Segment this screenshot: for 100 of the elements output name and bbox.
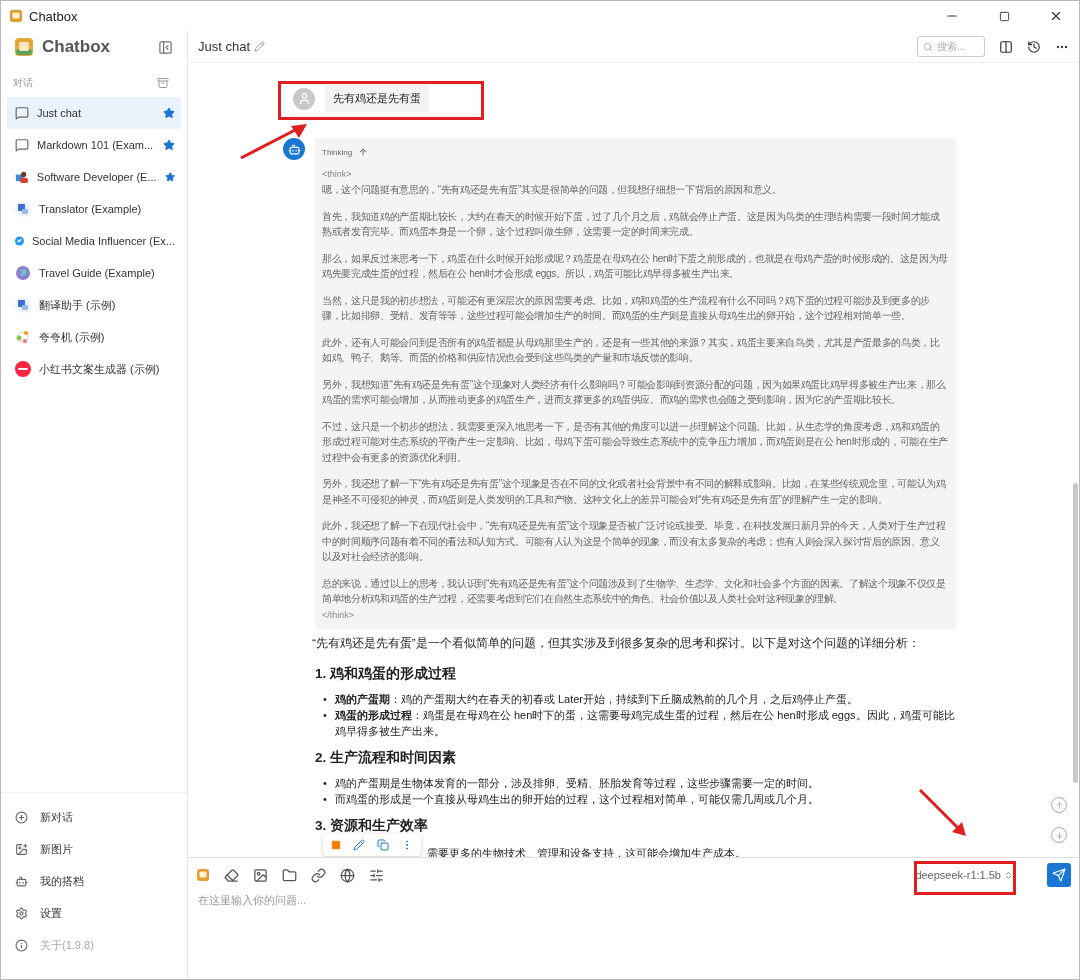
answer-heading: 1. 鸡和鸡蛋的形成过程	[315, 664, 457, 683]
conversation-item[interactable]: Travel Guide (Example)	[7, 257, 181, 289]
thinking-paragraph: 另外，我还想了解一下“先有鸡还是先有蛋”这个现象是否在不同的文化或者社会背景中有不同的解释或影响。比如，在某些传统观念里，可能认为鸡是神圣不可侵犯的神灵，而鸡蛋则是人类发明的工具和产物。这种文化上的差异可能会对“先有鸡还是先有蛋”的理解产生一定的影响。	[322, 477, 947, 507]
scroll-down-button[interactable]	[1051, 827, 1067, 843]
thinking-paragraph: 此外，我还想了解一下在现代社会中，“先有鸡还是先有蛋”这个现象是否被广泛讨论或接受。毕竟，在科技发展日新月异的今天，人类对于生产过程中的时间顺序问题有着不同的看法和认知方式。可能有人认为这是个简单的现象，而没有太多复杂的考虑；也有人则会深入探讨背后的原因、意义以及对社会经济的影响。	[322, 519, 947, 564]
badge-avatar-icon	[15, 361, 31, 377]
chat-title: Just chat	[198, 39, 251, 54]
annotation-arrow	[918, 788, 968, 838]
history-icon[interactable]	[1027, 39, 1041, 54]
scroll-up-button[interactable]	[1051, 797, 1067, 813]
conversation-item[interactable]: Social Media Influencer (Ex...	[7, 225, 181, 257]
arrow-up-icon	[1054, 800, 1064, 810]
edit-icon	[353, 839, 365, 851]
close-icon	[1049, 9, 1063, 23]
sliders-icon	[369, 867, 384, 883]
think-tag: </think>	[322, 606, 949, 623]
chat-icon	[15, 106, 29, 120]
sparkle-avatar-icon	[15, 329, 31, 345]
sidebar-action[interactable]: 新图片	[1, 833, 187, 865]
thinking-paragraph: 嗯，这个问题挺有意思的，“先有鸡还是先有蛋”其实是很简单的问题，但我想仔细想一下背后的原因和意义。	[322, 183, 783, 197]
app-logo-icon	[14, 37, 34, 57]
answer-bullet: 鸡的产蛋期是生物体发育的一部分，涉及排卵、受精、胚胎发育等过程，这些步骤需要一定的时间。	[334, 775, 819, 791]
conversation-item[interactable]: Just chat	[7, 97, 181, 129]
answer-bullet: 鸡的产蛋期：鸡的产蛋期大约在春天的初春或 Later开始，持续到下丘脑成熟前的几个月，之后鸡停止产蛋。	[334, 691, 858, 707]
star-icon[interactable]	[163, 139, 175, 151]
collapse-arrow-icon[interactable]	[358, 147, 369, 157]
folder-icon	[282, 867, 297, 883]
image-icon	[253, 867, 268, 883]
scrollbar[interactable]	[1073, 483, 1078, 783]
thinking-paragraph: 当然，这只是我的初步想法，可能还有更深层次的原因需要考虑。比如，鸡和鸡蛋的生产流程有什么不同吗？鸡下蛋的过程可能涉及到更多的步骤，比如排卵、受精、发育等等，这些过程可能会增加生产的时间。而鸡蛋的生产则是直接从母鸡生出的卵开始，这个过程相对简单一些。	[322, 293, 931, 323]
bullet-marker: •	[323, 691, 327, 707]
chevrons-icon	[1004, 870, 1013, 880]
maximize-icon	[998, 10, 1010, 22]
chat-icon	[15, 138, 29, 152]
model-selector[interactable]: deepseek-r1:1.5b	[903, 864, 1025, 886]
plus-icon	[15, 810, 28, 824]
app-name: Chatbox	[42, 37, 111, 57]
stop-button[interactable]	[331, 840, 341, 850]
arrow-down-icon	[1054, 830, 1064, 840]
conversation-item[interactable]: Markdown 101 (Exam...	[7, 129, 181, 161]
answer-bullet: 而鸡蛋的形成是一个直接从母鸡生出的卵开始的过程，这个过程相对简单，可能仅需几周或几个月。	[334, 791, 819, 807]
globe-button[interactable]	[340, 867, 355, 883]
app-logo-icon[interactable]	[196, 868, 210, 882]
conversation-item[interactable]: Translator (Example)	[7, 193, 181, 225]
collapse-sidebar-icon[interactable]	[158, 39, 173, 55]
window-title: Chatbox	[29, 8, 78, 24]
folder-button[interactable]	[282, 867, 297, 883]
layout-icon[interactable]	[999, 39, 1013, 54]
app-logo-icon	[9, 9, 23, 23]
developer-avatar-icon	[15, 169, 29, 185]
think-tag: <think>	[322, 166, 949, 182]
thinking-paragraph: 另外，我想知道“先有鸡还是先有蛋”这个现象对人类经济有什么影响吗？可能会影响到资源分配的问题，因为如果鸡蛋比鸡早得多被生产出来，那么鸡蛋的需求可能会增加，从而推动更多的鸡蛋生产，进而支撑更多的鸡蛋供应。而鸡的需求也会随之受到影响，因为它的产蛋期比较长。	[322, 377, 947, 407]
image-button[interactable]	[253, 867, 268, 883]
sidebar-action[interactable]: 我的搭档	[1, 865, 187, 897]
send-button[interactable]	[1047, 863, 1071, 887]
thinking-paragraph: 首先，我知道鸡的产蛋期比较长，大约在春天的时候开始下蛋，过了几个月之后，鸡就会停止产蛋。这是因为鸟类的生理结构需要一段时间才能成熟或者发育完毕。而鸡蛋本身是一个卵，这个过程叫做生卵，这需要一定的时间来完成。	[322, 209, 941, 239]
sidebar-action[interactable]: 设置	[1, 897, 187, 929]
star-icon[interactable]	[164, 171, 175, 183]
answer-heading: 3. 资源和生产效率	[315, 816, 429, 835]
bot-icon	[15, 874, 28, 888]
eraser-icon	[224, 867, 239, 883]
search-icon	[923, 41, 933, 52]
conversation-item[interactable]: 夸夸机 (示例)	[7, 321, 181, 353]
eraser-button[interactable]	[224, 867, 239, 883]
send-icon	[1052, 868, 1066, 882]
conversation-item[interactable]: Software Developer (E...	[7, 161, 181, 193]
answer-bullet: 鸡蛋的形成过程：鸡蛋是在母鸡在公 hen时下的蛋，这需要母鸡完成生蛋的过程，然后在公 hen时形成 eggs。因此，鸡蛋可能比鸡早得多被生产出来。	[334, 707, 956, 739]
answer-heading: 2. 生产流程和时间因素	[315, 748, 457, 767]
thinking-paragraph: 此外，还有人可能会问到是否所有的鸡蛋都是从母鸡那里生产的，还是有一些其他的来源？其实，鸡蛋主要来自鸟类，尤其是产蛋最多的鸟类，比如鸡、鸭子、鹅等。而蛋的价格和供应情况也会受到这些鸟类的产量和市场反馈的影响。	[322, 335, 941, 365]
annotation-arrow	[239, 122, 309, 160]
answer-paragraph: “先有鸡还是先有蛋”是一个看似简单的问题，但其实涉及到很多复杂的思考和探讨。以下是对这个问题的详细分析：	[312, 635, 921, 651]
link-button[interactable]	[311, 867, 326, 883]
globe-icon	[340, 867, 355, 883]
image-icon	[15, 842, 28, 856]
thinking-label: Thinking	[322, 147, 353, 157]
section-label: 对话	[13, 76, 33, 90]
translate-avatar-icon	[15, 201, 31, 217]
edit-button[interactable]	[353, 839, 365, 851]
thinking-paragraph: 总的来说，通过以上的思考，我认识到“先有鸡还是先有蛋”这个问题涉及到了生物学、生态学、文化和社会多个方面的因素。了解这个现象不仅仅是简单地分析鸡和鸡蛋的生产过程，还需要考虑到它们在自然生态系统中的角色、社会价值以及人类社会对这种现象的理解。	[322, 576, 947, 606]
copy-button[interactable]	[377, 839, 389, 851]
user-message: 先有鸡还是先有蛋	[325, 85, 429, 112]
assistant-avatar	[283, 138, 305, 160]
translate-avatar-icon	[15, 297, 31, 313]
copy-icon	[377, 839, 389, 851]
globe-avatar-icon	[15, 265, 31, 281]
thinking-paragraph: 不过，这只是一个初步的想法，我需要更深入地思考一下，是否有其他的角度可以进一步理解这个问题。比如，从生态学的角度考虑，鸡和鸡蛋的形成过程可能对生态系统的平衡产生一定影响。比如，母鸡下蛋可能会导致生态系统中的竞争压力增加，而鸡蛋则是在公 hen时形成的，可能在生产过程中会有更多的资源优化利用。	[322, 419, 949, 465]
stop-icon	[331, 840, 341, 850]
info-icon	[15, 938, 28, 952]
bullet-marker: •	[323, 707, 327, 723]
conversation-item[interactable]: 翻译助手 (示例)	[7, 289, 181, 321]
settings-icon	[15, 906, 28, 920]
star-icon[interactable]	[163, 107, 175, 119]
settings-button[interactable]	[369, 867, 384, 883]
user-avatar	[293, 87, 315, 110]
bullet-marker: •	[323, 775, 327, 791]
thinking-paragraph: 那么，如果反过来思考一下，鸡蛋在什么时候开始形成呢？鸡蛋是在母鸡在公 hen时下蛋之前形成的，也就是在母鸡产蛋的时候形成的。这是因为母鸡先要完成生蛋的过程，然后在公 hen时才会形成 eggs。所以，鸡蛋可能比鸡早得多被生产出来。	[322, 251, 949, 281]
archive-icon[interactable]	[157, 77, 169, 89]
link-icon	[311, 867, 326, 883]
sidebar-action[interactable]: 新对话	[1, 801, 187, 833]
conversation-item[interactable]: 小红书文案生成器 (示例)	[7, 353, 181, 385]
